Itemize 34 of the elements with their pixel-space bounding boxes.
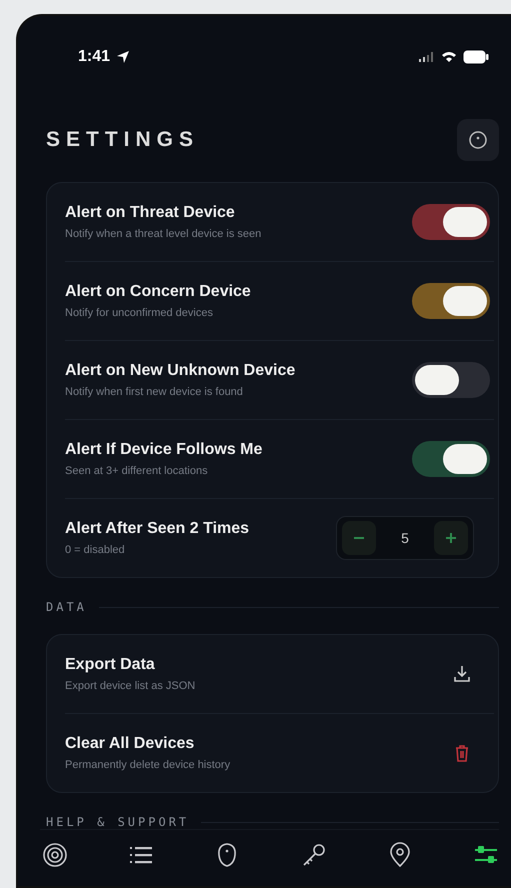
stepper-value: 5	[401, 530, 409, 546]
status-time: 1:41	[78, 48, 110, 66]
setting-description: Export device list as JSON	[65, 680, 196, 692]
setting-description: Notify when a threat level device is seen	[65, 228, 262, 240]
setting-title: Export Data	[65, 656, 156, 674]
location-arrow-icon	[116, 50, 130, 64]
radar-icon[interactable]	[42, 842, 68, 868]
signal-icon	[419, 52, 435, 62]
setting-description: Seen at 3+ different locations	[65, 465, 209, 477]
toggle-switch[interactable]	[412, 362, 490, 398]
setting-title: Alert on Threat Device	[65, 204, 236, 222]
plus-icon	[444, 531, 458, 545]
setting-title: Alert If Device Follows Me	[65, 441, 264, 459]
setting-description: Permanently delete device history	[65, 759, 232, 771]
key-icon[interactable]	[300, 842, 327, 868]
increment-button[interactable]	[434, 521, 468, 555]
toggle-switch[interactable]	[412, 204, 490, 240]
setting-description: Notify when first new device is found	[65, 386, 244, 398]
setting-description: 0 = disabled	[65, 544, 126, 556]
setting-title: Alert After Seen 2 Times	[65, 520, 250, 538]
setting-title: Clear All Devices	[65, 735, 196, 753]
setting-title: Alert on New Unknown Device	[65, 362, 296, 380]
setting-title: Alert on Concern Device	[65, 283, 252, 301]
download-icon[interactable]	[452, 664, 472, 684]
section-label: DATA	[46, 600, 87, 614]
toggle-switch[interactable]	[412, 283, 490, 319]
info-button[interactable]	[457, 119, 499, 161]
settings-title: SETTINGS	[46, 128, 200, 152]
wifi-icon	[441, 51, 457, 63]
setting-description: Notify for unconfirmed devices	[65, 307, 214, 319]
section-label: HELP & SUPPORT	[46, 815, 190, 829]
info-icon	[468, 130, 488, 150]
battery-icon	[463, 50, 489, 64]
toggle-switch[interactable]	[412, 441, 490, 477]
